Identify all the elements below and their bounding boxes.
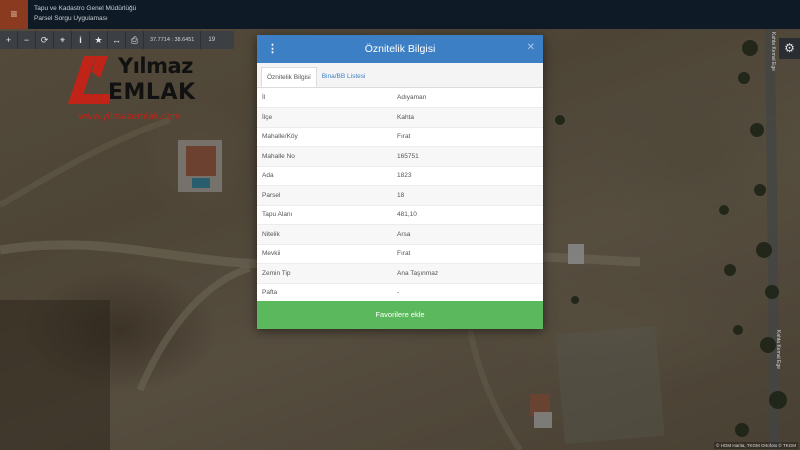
attr-key: Tapu Alanı: [257, 205, 397, 225]
locate-icon[interactable]: ⌖: [54, 31, 72, 49]
road-label: Kahta Kemal Ege: [770, 32, 776, 71]
map-attribution: © HGM Harita, TKGM Ortofoto © TKGM: [714, 442, 798, 449]
attr-key: Pafta: [257, 283, 397, 303]
info-icon[interactable]: i: [72, 31, 90, 49]
star-icon[interactable]: ★: [90, 31, 108, 49]
attr-value: Fırat: [397, 127, 543, 147]
attr-key: İl: [257, 88, 397, 108]
tab-attribute-info[interactable]: Öznitelik Bilgisi: [261, 67, 317, 87]
attr-value: 1823: [397, 166, 543, 186]
table-row: Zemin Tip Ana Taşınmaz: [257, 263, 543, 284]
table-row: İl Adıyaman: [257, 88, 543, 108]
attr-value: Adıyaman: [397, 88, 543, 108]
attr-key: Nitelik: [257, 224, 397, 245]
table-row: Nitelik Arsa: [257, 224, 543, 245]
logo-brand-bottom: EMLAK: [108, 80, 196, 105]
table-row: İlçe Kahta: [257, 107, 543, 128]
attr-key: Mevkii: [257, 244, 397, 264]
attr-value: 18: [397, 185, 543, 206]
app-title: Tapu ve Kadastro Genel Müdürlüğü Parsel …: [34, 4, 136, 24]
logo-brand-top: Yılmaz: [118, 54, 193, 78]
attr-key: İlçe: [257, 107, 397, 128]
measure-icon[interactable]: ↔: [108, 31, 126, 49]
tab-building-list[interactable]: Bina/BB Listesi: [317, 67, 371, 87]
hamburger-icon[interactable]: ≡: [0, 0, 28, 29]
attr-key: Mahalle No: [257, 146, 397, 167]
attribute-info-dialog: ⋮ Öznitelik Bilgisi ✕ Öznitelik Bilgisi …: [257, 35, 543, 329]
coordinate-readout: 37.7714 : 38.6451: [144, 31, 202, 49]
attr-value: Kahta: [397, 107, 543, 128]
attr-value: Arsa: [397, 224, 543, 245]
watermark-logo: Yılmaz EMLAK www.yilmazemlak.com: [66, 52, 206, 127]
attr-value: 165751: [397, 146, 543, 167]
gear-icon[interactable]: ⚙: [779, 38, 800, 59]
map-toolbar: + − ⟳ ⌖ i ★ ↔ ⎙ 37.7714 : 38.6451 19: [0, 31, 234, 49]
refresh-icon[interactable]: ⟳: [36, 31, 54, 49]
org-name: Tapu ve Kadastro Genel Müdürlüğü: [34, 5, 137, 12]
table-row: Mevkii Fırat: [257, 244, 543, 264]
zoom-out-icon[interactable]: −: [18, 31, 36, 49]
app-header: ≡ Tapu ve Kadastro Genel Müdürlüğü Parse…: [0, 0, 800, 29]
attr-value: Ana Taşınmaz: [397, 263, 543, 284]
logo-url: www.yilmazemlak.com: [78, 112, 182, 122]
attr-value: 481,10: [397, 205, 543, 225]
app-name: Parsel Sorgu Uygulaması: [34, 15, 108, 22]
attr-value: -: [397, 283, 543, 303]
table-row: Tapu Alanı 481,10: [257, 205, 543, 225]
attr-value: Fırat: [397, 244, 543, 264]
attr-key: Parsel: [257, 185, 397, 206]
close-icon[interactable]: ✕: [527, 35, 535, 61]
road-label: Kahta Kemal Ege: [775, 330, 781, 369]
dialog-title: Öznitelik Bilgisi: [364, 43, 436, 55]
zoom-level: 19: [208, 37, 216, 43]
print-icon[interactable]: ⎙: [126, 31, 144, 49]
add-to-favorites-button[interactable]: Favorilere ekle: [257, 301, 543, 329]
attribute-table: İl Adıyaman İlçe Kahta Mahalle/Köy Fırat Ma…: [257, 88, 543, 303]
zoom-in-icon[interactable]: +: [0, 31, 18, 49]
table-row: Mahalle/Köy Fırat: [257, 127, 543, 147]
attr-key: Mahalle/Köy: [257, 127, 397, 147]
attr-key: Zemin Tip: [257, 263, 397, 284]
table-row: Pafta -: [257, 283, 543, 303]
table-row: Mahalle No 165751: [257, 146, 543, 167]
table-row: Ada 1823: [257, 166, 543, 186]
dialog-tabs: Öznitelik Bilgisi Bina/BB Listesi: [257, 63, 543, 88]
table-row: Parsel 18: [257, 185, 543, 206]
dialog-header: ⋮ Öznitelik Bilgisi ✕: [257, 35, 543, 63]
attr-key: Ada: [257, 166, 397, 186]
